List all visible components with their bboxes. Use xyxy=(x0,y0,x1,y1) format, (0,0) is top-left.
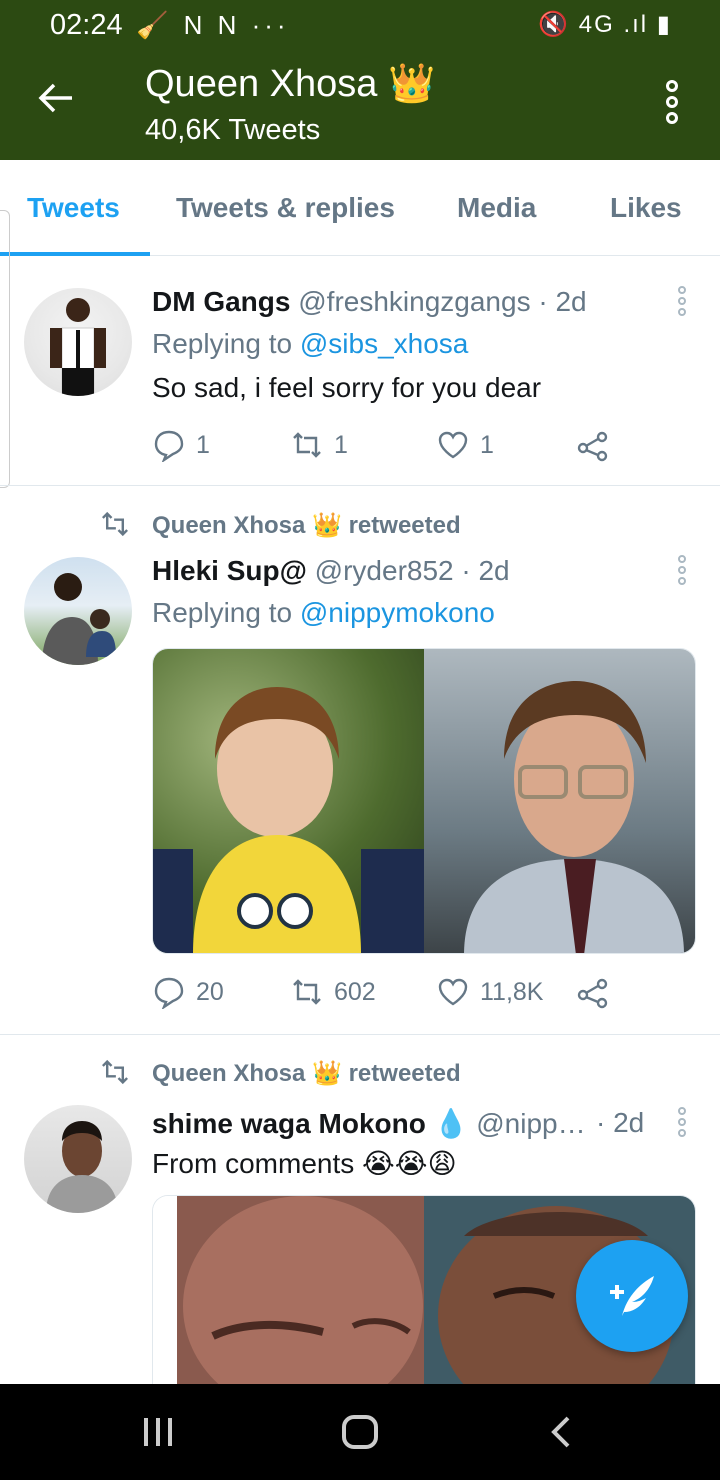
reply-count: 1 xyxy=(196,430,210,459)
tab-likes[interactable]: Likes xyxy=(610,192,682,224)
avatar[interactable] xyxy=(24,1105,132,1213)
tweet-more-icon[interactable] xyxy=(678,1107,688,1141)
like-count: 1 xyxy=(480,430,494,459)
heart-icon xyxy=(438,978,468,1006)
share-icon xyxy=(577,978,608,1009)
tweet-text: So sad, i feel sorry for you dear xyxy=(152,372,542,403)
avatar[interactable] xyxy=(24,288,132,396)
tweet-more-icon[interactable] xyxy=(678,555,688,589)
retweet-button[interactable]: 602 xyxy=(290,975,376,1009)
compose-feather-icon xyxy=(610,1276,654,1316)
profile-tabs: Tweets Tweets & replies Media Likes xyxy=(0,160,720,256)
status-time: 02:24 xyxy=(50,9,123,41)
retweet-button[interactable]: 1 xyxy=(290,428,348,462)
retweet-count: 1 xyxy=(334,430,348,459)
profile-header: Queen Xhosa 👑 40,6K Tweets xyxy=(0,50,720,160)
tab-tweets[interactable]: Tweets xyxy=(27,192,120,224)
retweet-indicator-icon xyxy=(100,511,136,544)
reply-mention-link[interactable]: @sibs_xhosa xyxy=(300,328,469,359)
reply-button[interactable]: 1 xyxy=(152,428,210,462)
system-navigation-bar xyxy=(0,1384,720,1480)
tweet-media[interactable] xyxy=(152,648,696,954)
retweet-attribution: Queen Xhosa 👑 retweeted xyxy=(152,1060,461,1087)
page-title: Queen Xhosa 👑 xyxy=(145,63,436,105)
retweet-icon xyxy=(293,432,321,458)
compose-tweet-button[interactable] xyxy=(576,1240,688,1352)
heart-icon xyxy=(438,431,468,459)
recent-apps-icon[interactable] xyxy=(142,1414,174,1455)
reply-icon xyxy=(154,430,184,462)
retweet-count: 602 xyxy=(334,977,376,1006)
media-image-right[interactable] xyxy=(424,649,695,953)
reply-mention-link[interactable]: @nippymokono xyxy=(300,597,495,628)
retweet-attribution: Queen Xhosa 👑 retweeted xyxy=(152,512,461,539)
tweet-count: 40,6K Tweets xyxy=(145,114,321,146)
like-button[interactable]: 1 xyxy=(436,428,494,462)
author-handle: @ryder852 · 2d xyxy=(314,555,510,586)
tweet-text: From comments 😭😭😩 xyxy=(152,1148,457,1179)
back-arrow-icon[interactable] xyxy=(36,78,82,124)
author-handle: @freshkingzgangs · 2d xyxy=(298,286,587,317)
reply-icon xyxy=(154,977,184,1009)
more-options-icon[interactable] xyxy=(666,80,678,130)
reply-prefix: Replying to xyxy=(152,597,293,628)
author-name[interactable]: shime waga Mokono 💧 xyxy=(152,1108,468,1139)
reply-context: Replying to @nippymokono xyxy=(152,597,495,629)
back-nav-icon[interactable] xyxy=(546,1414,574,1455)
reply-prefix: Replying to xyxy=(152,328,293,359)
retweet-icon xyxy=(293,979,321,1005)
tweet-more-icon[interactable] xyxy=(678,286,688,320)
media-image-left[interactable] xyxy=(153,649,425,953)
share-icon xyxy=(577,431,608,462)
status-bar: 02:24 🧹 N N ··· 🔇 4G .ıl ▮ xyxy=(0,0,720,50)
home-icon[interactable] xyxy=(340,1414,380,1455)
share-button[interactable] xyxy=(576,428,620,462)
avatar[interactable] xyxy=(24,557,132,665)
tab-tweets-replies[interactable]: Tweets & replies xyxy=(176,192,395,224)
tweet-actions: 20 602 11,8K xyxy=(152,975,622,1015)
like-button[interactable]: 11,8K xyxy=(436,975,543,1009)
reply-count: 20 xyxy=(196,977,224,1006)
share-button[interactable] xyxy=(576,975,620,1009)
notification-icons: 🧹 N N ··· xyxy=(136,10,290,40)
reply-context: Replying to @sibs_xhosa xyxy=(152,328,468,360)
tweet-actions: 1 1 1 xyxy=(152,428,622,468)
author-handle: @nipp… xyxy=(476,1108,586,1139)
system-icons: 🔇 4G .ıl ▮ xyxy=(538,11,672,38)
media-image-left[interactable] xyxy=(153,1196,425,1395)
tab-media[interactable]: Media xyxy=(457,192,536,224)
tweet-item[interactable]: DM Gangs @freshkingzgangs · 2d Replying … xyxy=(0,256,720,486)
author-name[interactable]: Hleki Sup@ xyxy=(152,555,307,586)
like-count: 11,8K xyxy=(480,977,544,1006)
tweet-time: · 2d xyxy=(596,1107,645,1138)
author-name[interactable]: DM Gangs xyxy=(152,286,290,317)
tweet-item[interactable]: Queen Xhosa 👑 retweeted Hleki Sup@ @ryde… xyxy=(0,487,720,1035)
reply-button[interactable]: 20 xyxy=(152,975,224,1009)
retweet-indicator-icon xyxy=(100,1059,136,1092)
